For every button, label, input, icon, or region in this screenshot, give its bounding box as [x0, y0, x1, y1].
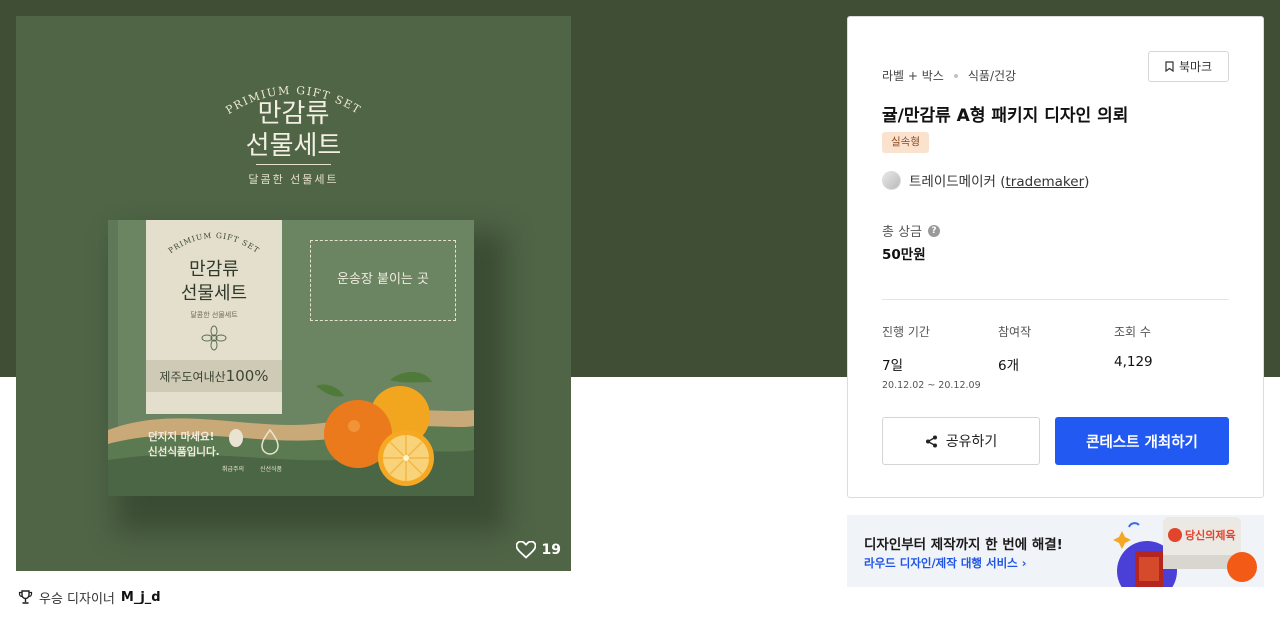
owner-handle[interactable]: trademaker	[1006, 174, 1085, 190]
prize-value: 50만원	[882, 247, 926, 263]
promo-banner[interactable]: 디자인부터 제작까지 한 번에 해결! 라우드 디자인/제작 대행 서비스 › …	[847, 515, 1264, 587]
avatar	[882, 170, 901, 190]
citrus-illustration	[316, 371, 434, 486]
icon2-caption: 신선식품	[260, 466, 283, 473]
contest-info-panel: 라벨 + 박스 식품/건강 북마크 귤/만감류 A형 패키지 디자인 의뢰 실속…	[847, 16, 1264, 498]
svg-text:PRIMIUM GIFT SET: PRIMIUM GIFT SET	[167, 231, 262, 255]
stat-entries: 참여작 6개	[998, 325, 1032, 374]
breadcrumb: 라벨 + 박스 식품/건강	[882, 67, 1016, 84]
prize-label: 총 상금 ?	[882, 221, 941, 240]
host-contest-button[interactable]: 콘테스트 개최하기	[1055, 417, 1229, 465]
origin-strip: 제주도여내산100%	[146, 360, 282, 392]
contest-artwork-image[interactable]: PRIMIUM GIFT SET 만감류 선물세트 달콤한 선물세트 PRIMI…	[16, 16, 571, 571]
bookmark-icon	[1165, 61, 1174, 72]
heart-icon	[515, 541, 536, 559]
tier-badge: 실속형	[882, 132, 929, 153]
box-bottom-text: 던지지 마세요! 신선식품입니다.	[148, 431, 220, 458]
banner-link[interactable]: 라우드 디자인/제작 대행 서비스 ›	[864, 555, 1027, 571]
box-subtitle: 달콤한 선물세트	[190, 311, 238, 319]
gift-box: PRIMIUM GIFT SET 만감류 선물세트 달콤한 선물세트 제주도여내…	[108, 220, 474, 496]
owner-name: 트레이드메이커	[909, 174, 996, 190]
bookmark-button[interactable]: 북마크	[1148, 51, 1229, 82]
designer-name[interactable]: M_j_d	[121, 590, 161, 605]
artwork-divider	[256, 164, 331, 165]
box-title: 만감류 선물세트	[180, 259, 248, 304]
stat-views: 조회 수 4,129	[1114, 325, 1153, 370]
designer-prefix: 우승 디자이너	[39, 592, 115, 607]
svg-text:당신의제육: 당신의제육	[1185, 528, 1236, 542]
box-arc-text: PRIMIUM GIFT SET	[167, 231, 262, 255]
icon1-caption: 취급주의	[222, 466, 245, 473]
banner-illustration: 당신의제육	[1113, 517, 1257, 587]
like-button[interactable]: 19	[515, 541, 561, 559]
flower-icon	[201, 325, 227, 351]
bookmark-label: 북마크	[1178, 60, 1213, 74]
help-icon[interactable]: ?	[928, 224, 941, 237]
stat-date-range: 20.12.02 ~ 20.12.09	[882, 380, 981, 391]
category-primary[interactable]: 라벨 + 박스	[882, 67, 944, 84]
box-label: PRIMIUM GIFT SET 만감류 선물세트 달콤한 선물세트 제주도여내…	[146, 220, 282, 414]
category-secondary[interactable]: 식품/건강	[968, 67, 1016, 84]
breadcrumb-separator	[953, 73, 958, 78]
artwork-subtitle: 달콤한 선물세트	[248, 173, 339, 186]
trophy-icon	[18, 590, 33, 604]
artwork-title: 만감류 선물세트	[245, 99, 342, 161]
banner-title: 디자인부터 제작까지 한 번에 해결!	[864, 537, 1063, 553]
stat-duration: 진행 기간 7일 20.12.02 ~ 20.12.09	[882, 325, 981, 391]
contest-title: 귤/만감류 A형 패키지 디자인 의뢰	[882, 106, 1129, 126]
share-button[interactable]: 공유하기	[882, 417, 1040, 465]
like-count: 19	[541, 542, 561, 558]
winning-designer: 우승 디자이너 M_j_d	[18, 588, 161, 607]
handling-icons	[229, 428, 279, 455]
share-icon	[925, 435, 937, 447]
shipping-label-area: 운송장 붙이는 곳	[310, 240, 456, 321]
divider	[882, 299, 1229, 300]
contest-owner[interactable]: 트레이드메이커 (trademaker)	[882, 170, 1089, 190]
